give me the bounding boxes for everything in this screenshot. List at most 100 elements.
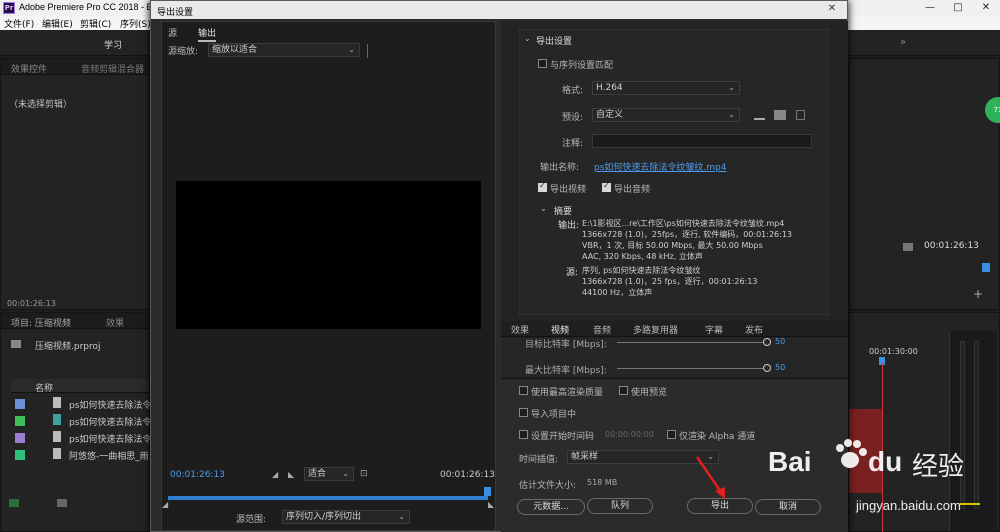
summary-source-line: 1366x728 (1.0)，25 fps，逐行，00:01:26:13	[582, 277, 758, 286]
queue-button[interactable]: 队列	[587, 498, 653, 514]
menu-edit[interactable]: 编辑(E)	[42, 17, 73, 30]
add-button-icon[interactable]: +	[973, 287, 983, 301]
use-previews-checkbox[interactable]	[619, 386, 628, 395]
target-bitrate-value[interactable]: 50	[775, 338, 785, 346]
summary-output-line: 1366x728 (1.0)，25fps，逐行, 软件编码，00:01:26:1…	[582, 230, 793, 239]
tab-publish[interactable]: 发布	[745, 323, 763, 336]
comments-input[interactable]	[592, 134, 812, 148]
tab-effects[interactable]: 效果	[106, 316, 124, 329]
close-app-button[interactable]: ✕	[972, 0, 1000, 16]
step-back-icon[interactable]: ◢	[272, 470, 278, 479]
source-scaling-dropdown[interactable]: 缩放以适合 ⌄	[208, 43, 360, 57]
comments-label: 注释:	[562, 139, 584, 149]
tab-output[interactable]: 输出	[198, 26, 217, 42]
import-preset-icon[interactable]	[774, 110, 786, 120]
max-render-quality-checkbox[interactable]	[519, 386, 528, 395]
workspace-overflow-icon[interactable]: »	[900, 37, 906, 48]
menu-clip[interactable]: 剪辑(C)	[80, 17, 111, 30]
project-tabbar: 项目: 压缩视频 效果	[1, 313, 149, 329]
video-clip-icon	[53, 414, 61, 425]
dialog-title: 导出设置	[157, 8, 194, 18]
max-bitrate-value[interactable]: 50	[775, 363, 785, 372]
source-range-dropdown[interactable]: 序列切入/序列切出 ⌄	[282, 510, 410, 524]
delete-preset-icon[interactable]	[796, 110, 805, 120]
minimize-button[interactable]: —	[916, 0, 944, 16]
time-interpolation-value: 帧采样	[571, 452, 599, 462]
baidu-paw-icon	[836, 439, 867, 468]
watermark-brand-2: du	[868, 446, 903, 477]
playhead-icon[interactable]	[484, 487, 491, 496]
render-alpha-only-checkbox[interactable]	[667, 430, 676, 439]
list-view-icon[interactable]	[9, 499, 19, 507]
tab-source[interactable]: 源	[168, 26, 177, 39]
tab-audio-clip-mixer[interactable]: 音频剪辑混合器	[81, 62, 144, 75]
step-forward-icon[interactable]: ◣	[288, 470, 294, 479]
crop-icon[interactable]: ⊡	[360, 469, 368, 479]
time-interpolation-label: 时间插值:	[519, 455, 559, 465]
tab-audio[interactable]: 音频	[593, 323, 611, 336]
chevron-down-icon: ⌄	[398, 512, 405, 521]
tab-multiplexer[interactable]: 多路复用器	[633, 323, 678, 336]
watermark-jingyan: 经验	[912, 452, 965, 482]
icon-view-icon[interactable]	[57, 499, 67, 507]
estimated-size-value: 518 MB	[587, 478, 618, 487]
import-into-project-label: 导入项目中	[531, 410, 577, 420]
target-bitrate-slider[interactable]	[617, 342, 767, 343]
project-item[interactable]: ps如何快速去除法令	[69, 398, 151, 411]
target-bitrate-knob[interactable]	[763, 338, 771, 346]
in-point-icon[interactable]: ◢	[162, 500, 168, 509]
dialog-close-button[interactable]: ✕	[821, 2, 843, 16]
item-color-swatch	[15, 433, 25, 443]
summary-output-line: E:\1影视区...re\工作区\ps如何快速去除法令纹皱纹.mp4	[582, 219, 785, 228]
preset-value: 自定义	[596, 110, 624, 120]
chevron-down-icon[interactable]: ⌄	[540, 204, 547, 213]
max-bitrate-slider[interactable]	[617, 368, 767, 369]
tab-video[interactable]: 视频	[551, 323, 569, 336]
import-into-project-checkbox[interactable]	[519, 408, 528, 417]
annotation-arrow	[695, 456, 725, 499]
maximize-button[interactable]: □	[944, 0, 972, 16]
export-audio-checkbox[interactable]	[602, 181, 611, 192]
project-item[interactable]: ps如何快速去除法令	[69, 432, 151, 445]
max-bitrate-knob[interactable]	[763, 364, 771, 372]
summary-output-label: 输出:	[558, 221, 580, 231]
in-timecode[interactable]: 00:01:26:13	[170, 470, 225, 480]
preset-dropdown[interactable]: 自定义 ⌄	[592, 108, 740, 122]
max-render-quality-label: 使用最高渲染质量	[531, 388, 604, 398]
chevron-down-icon: ⌄	[342, 469, 349, 478]
summary-source-line: 44100 Hz，立体声	[582, 288, 653, 297]
baidu-jingyan-watermark: Bai du 经验 jingyan.baidu.com	[768, 438, 998, 532]
project-item[interactable]: ps如何快速去除法令	[69, 415, 151, 428]
set-start-timecode-checkbox[interactable]	[519, 430, 528, 439]
render-alpha-only-label: 仅渲染 Alpha 通道	[679, 432, 756, 442]
tab-captions[interactable]: 字幕	[705, 323, 723, 336]
wrench-icon[interactable]	[903, 243, 913, 251]
source-range-label: 源范围:	[236, 515, 267, 525]
export-video-label: 导出视频	[550, 185, 587, 195]
project-item[interactable]: 阿悠悠-一曲相思_雨	[69, 449, 151, 462]
menu-file[interactable]: 文件(F)	[4, 17, 34, 30]
tab-effect-controls[interactable]: 效果控件	[11, 62, 47, 75]
metadata-button[interactable]: 元数据...	[517, 499, 585, 515]
format-dropdown[interactable]: H.264 ⌄	[592, 81, 740, 95]
chevron-down-icon[interactable]: ⌄	[524, 34, 531, 43]
summary-header[interactable]: 摘要	[554, 204, 572, 217]
workspace-learning-tab[interactable]: 学习	[104, 38, 122, 51]
tab-effects[interactable]: 效果	[511, 323, 529, 336]
out-point-icon[interactable]: ◣	[488, 500, 494, 509]
project-panel: 项目: 压缩视频 效果 压缩视频.prproj 名称 ps如何快速去除法令 ps…	[0, 312, 151, 532]
match-sequence-label: 与序列设置匹配	[550, 61, 614, 71]
start-timecode-value[interactable]: 00:00:00:00	[605, 430, 654, 439]
name-column-header[interactable]: 名称	[35, 381, 53, 394]
menu-sequence[interactable]: 序列(S)	[120, 17, 151, 30]
output-name-link[interactable]: ps如何快速去除法令纹皱纹.mp4	[594, 160, 726, 173]
fit-dropdown[interactable]: 适合 ⌄	[304, 467, 354, 481]
item-color-swatch	[15, 416, 25, 426]
range-bar[interactable]	[168, 496, 488, 500]
export-settings-section: ⌄ 导出设置 与序列设置匹配 格式: H.264 ⌄ 预设: 自定义 ⌄ 注释:…	[519, 29, 829, 315]
tab-project[interactable]: 项目: 压缩视频	[11, 316, 71, 329]
save-preset-icon[interactable]	[754, 110, 765, 120]
export-video-checkbox[interactable]	[538, 181, 547, 192]
export-settings-header[interactable]: 导出设置	[536, 34, 572, 47]
match-sequence-checkbox[interactable]	[538, 59, 547, 68]
